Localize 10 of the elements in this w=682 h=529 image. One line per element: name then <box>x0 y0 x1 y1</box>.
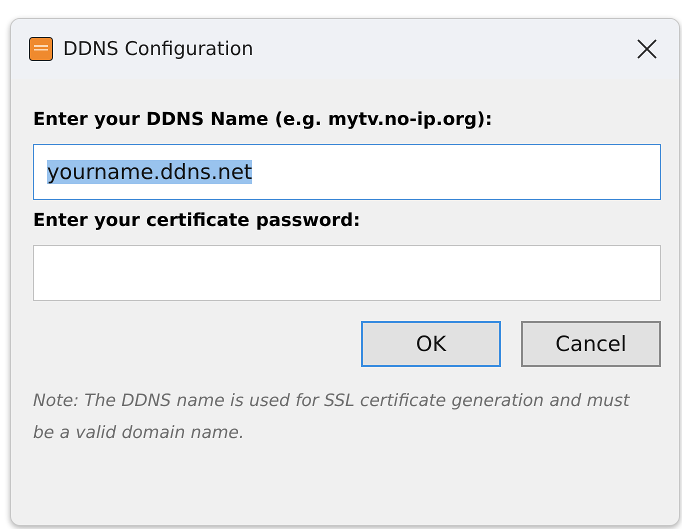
field-label: Enter your certificate password: <box>33 210 362 231</box>
note-text: Note: The DDNS name is used for SSL certificate generation and must be a valid domain name. <box>33 390 631 445</box>
close-icon <box>636 38 658 60</box>
text-field[interactable] <box>33 245 661 301</box>
field-label: Enter your DDNS Name (e.g. mytv.no-ip.org): <box>33 109 494 130</box>
window-title: DDNS Configuration <box>63 38 254 60</box>
text-field[interactable]: yourname.ddns.net <box>33 144 661 200</box>
app-icon <box>29 37 53 61</box>
ok-button[interactable]: OK <box>361 321 501 367</box>
cancel-button[interactable]: Cancel <box>521 321 661 367</box>
